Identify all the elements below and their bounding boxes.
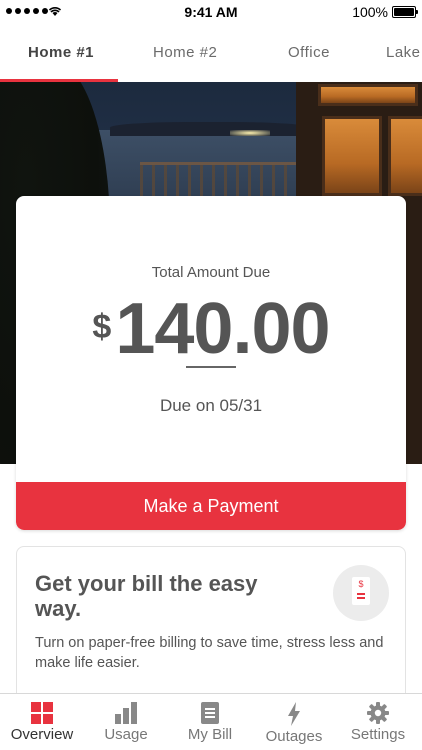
battery-icon [392,6,418,18]
battery-percentage: 100% [352,4,388,20]
nav-settings[interactable]: Settings [336,694,420,750]
amount-divider [186,366,236,368]
bill-document-icon [201,702,219,724]
lightning-icon [288,702,300,726]
bottom-nav: Overview Usage My Bill Outages Settings [0,693,422,750]
gear-icon [367,702,389,724]
nav-my-bill[interactable]: My Bill [168,694,252,750]
usage-bars-icon [115,702,137,724]
nav-overview-label: Overview [10,726,74,743]
paper-bill-icon [333,565,389,621]
amount-value: 140.00 [115,289,330,369]
nav-settings-label: Settings [350,726,406,743]
nav-usage[interactable]: Usage [84,694,168,750]
overview-grid-icon [31,702,53,724]
promo-description: Turn on paper-free billing to save time,… [35,635,384,671]
due-date: Due on 05/31 [159,396,263,415]
currency-symbol: $ [92,308,112,346]
nav-overview[interactable]: Overview [0,694,84,750]
nav-outages-label: Outages [265,728,323,745]
paperless-promo-card[interactable]: Get your bill the easy way. Turn on pape… [16,546,406,706]
tab-home-2[interactable]: Home #2 [153,44,217,61]
nav-my-bill-label: My Bill [187,726,233,743]
tab-lake[interactable]: Lake [386,44,421,61]
location-tabs: Home #1 Home #2 Office Lake [0,24,422,82]
promo-title: Get your bill the easy way. [35,571,258,621]
nav-usage-label: Usage [104,726,148,743]
total-amount-label: Total Amount Due [151,264,271,281]
amount-due-card: Total Amount Due $140.00 Due on 05/31 Ma… [16,196,406,530]
tab-home-1[interactable]: Home #1 [28,44,94,61]
status-bar: 9:41 AM 100% [0,0,422,24]
nav-outages[interactable]: Outages [252,694,336,750]
make-payment-button[interactable]: Make a Payment [16,482,406,530]
tab-office[interactable]: Office [288,44,330,61]
amount-display: $140.00 [16,288,406,370]
